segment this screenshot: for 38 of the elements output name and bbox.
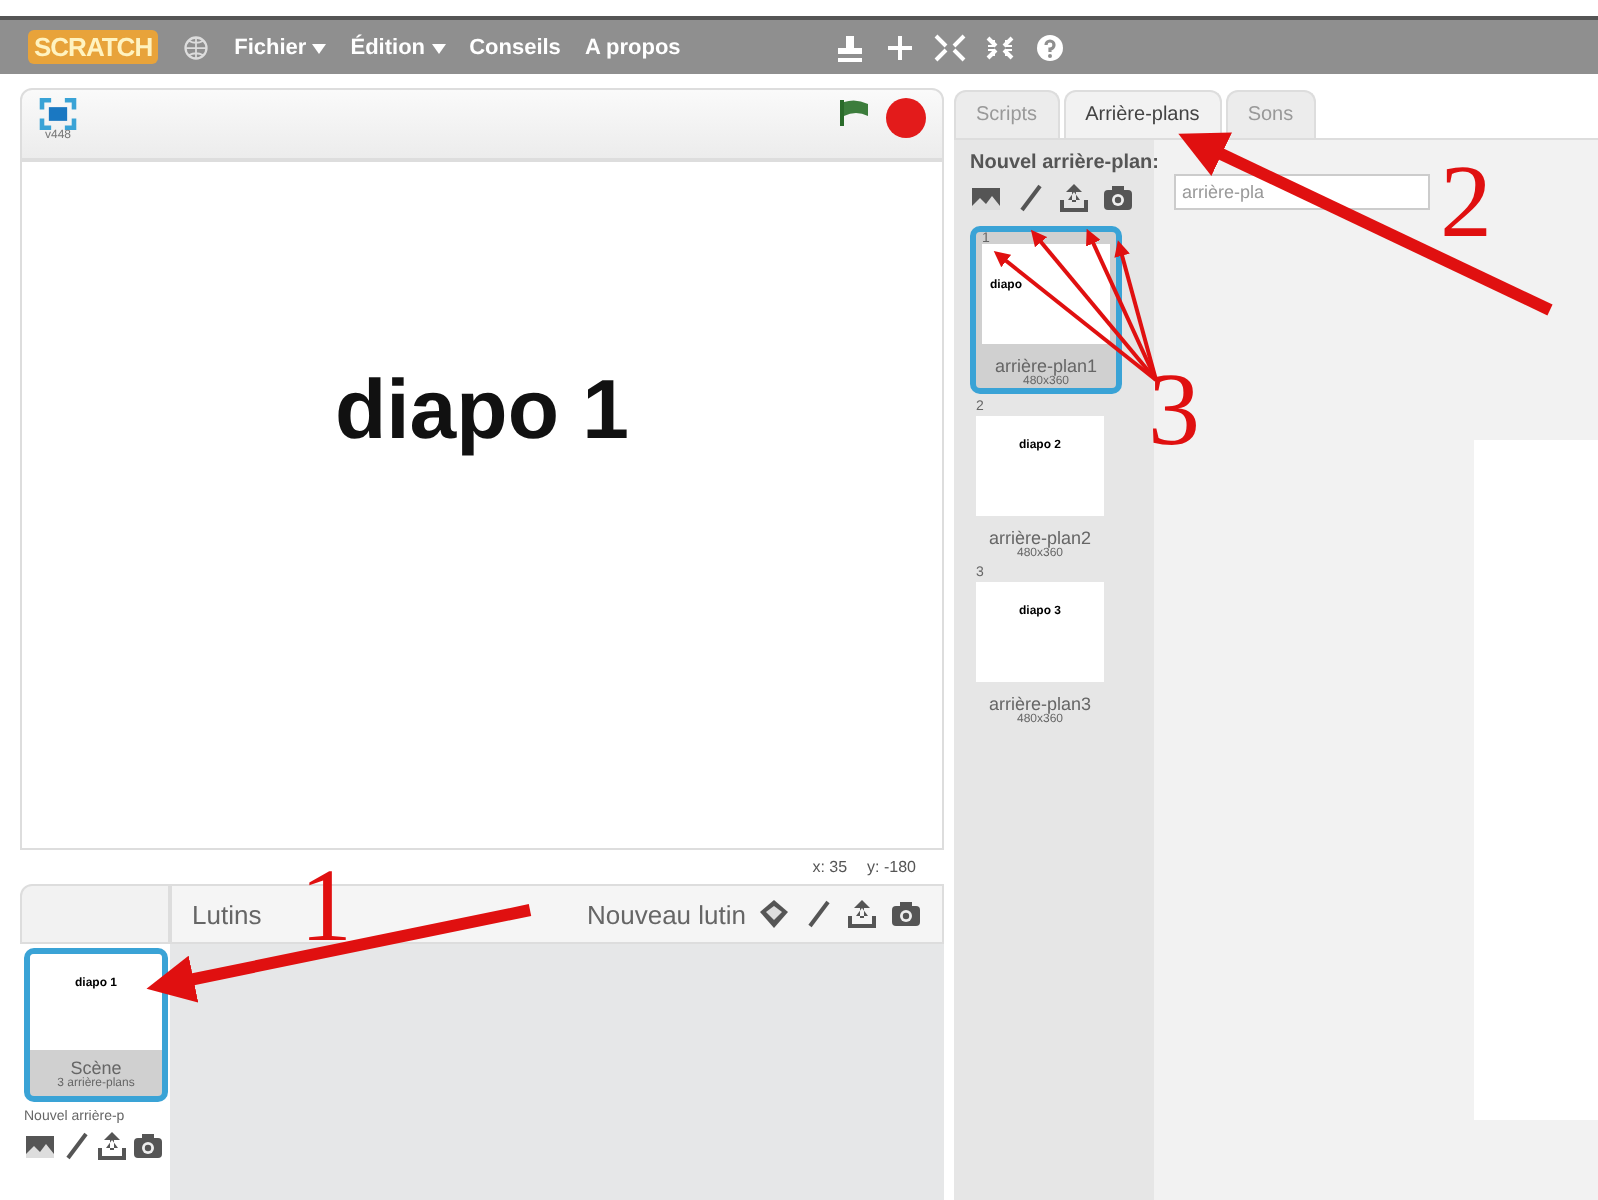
- camera-icon[interactable]: [1102, 184, 1134, 212]
- upload-icon[interactable]: [96, 1132, 128, 1160]
- tab[interactable]: Arrière-plans: [1063, 90, 1222, 138]
- backdrop-name: arrière-plan2: [988, 528, 1092, 548]
- menu-item[interactable]: Fichier: [234, 35, 327, 59]
- image-icon[interactable]: [24, 1132, 56, 1160]
- slide-title: diapo 1: [334, 362, 630, 460]
- shrink-icon[interactable]: [984, 33, 1017, 61]
- help-icon[interactable]: [1034, 33, 1067, 61]
- annotation-number: 3: [1148, 354, 1200, 468]
- annotation-number: 2: [1440, 146, 1492, 260]
- camera-icon[interactable]: [132, 1132, 164, 1160]
- backdrop-name: arrière-plan1: [994, 356, 1098, 376]
- expand-icon[interactable]: [934, 33, 967, 61]
- image-icon[interactable]: [970, 184, 1002, 212]
- sprites-title: Lutins: [192, 899, 262, 929]
- logo[interactable]: SCRATCH: [28, 30, 159, 64]
- fullscreen-icon[interactable]: [38, 98, 78, 130]
- mouse-y: y: -180: [867, 858, 916, 876]
- stage-name: Scène: [70, 1056, 122, 1078]
- camera-icon[interactable]: [890, 900, 922, 928]
- upload-icon[interactable]: [1058, 184, 1090, 212]
- stop-icon[interactable]: [886, 98, 926, 138]
- menu-item[interactable]: Conseils: [469, 35, 561, 59]
- tab[interactable]: Scripts: [954, 90, 1060, 138]
- annotation-number: 1: [300, 850, 352, 964]
- tab[interactable]: Sons: [1225, 90, 1316, 138]
- menu-item[interactable]: A propos: [584, 35, 681, 59]
- mouse-x: x: 35: [812, 858, 848, 876]
- backdrop-name: arrière-plan3: [988, 694, 1092, 714]
- menu-item[interactable]: Édition: [350, 35, 446, 59]
- sprite-icon[interactable]: [758, 900, 790, 928]
- cross-arrows-icon[interactable]: [884, 33, 917, 61]
- flag-icon[interactable]: [838, 98, 870, 130]
- stamp-icon[interactable]: [834, 33, 867, 61]
- new-sprite-label: Nouveau lutin: [587, 899, 746, 929]
- upload-icon[interactable]: [846, 900, 878, 928]
- new-backdrop-label: Nouvel arrière-plan:: [970, 152, 1159, 174]
